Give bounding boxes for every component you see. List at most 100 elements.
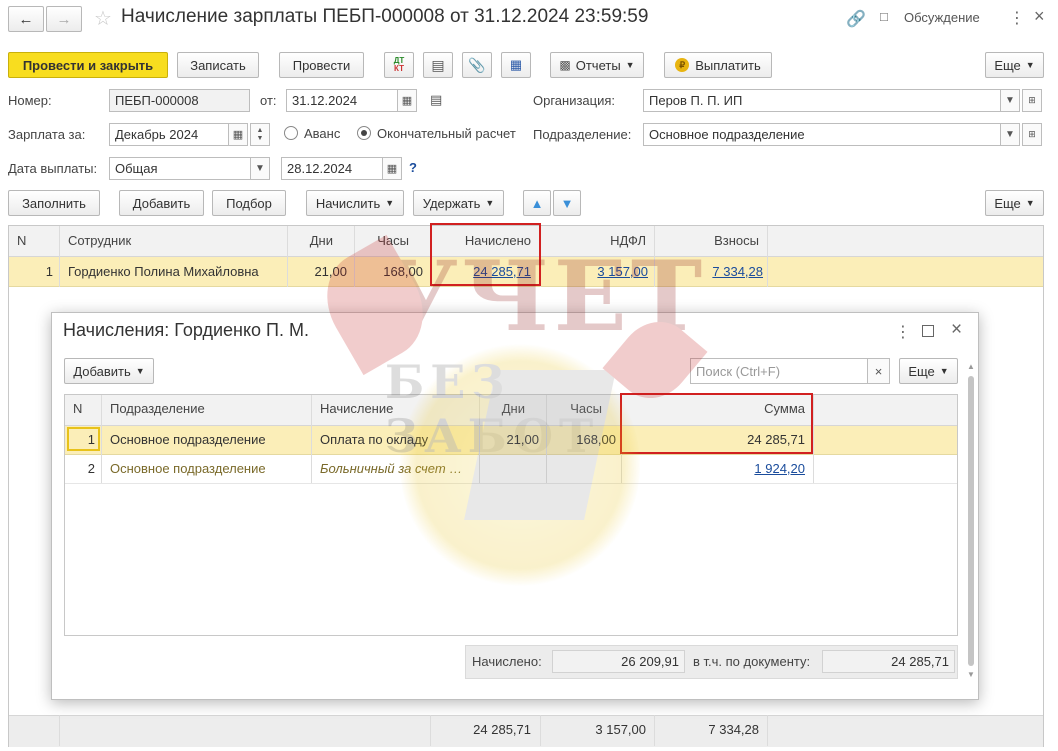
withhold-button[interactable]: Удержать ▼: [413, 190, 504, 216]
reports-button[interactable]: ▩ Отчеты ▼: [550, 52, 644, 78]
dialog-col-n[interactable]: N: [73, 401, 82, 416]
date-field[interactable]: 31.12.2024: [286, 89, 398, 112]
discussion-icon[interactable]: □: [880, 9, 888, 24]
row-contrib-link[interactable]: 7 334,28: [654, 264, 763, 279]
discussion-link[interactable]: Обсуждение: [904, 10, 980, 25]
edit-date-icon[interactable]: ▤: [430, 92, 442, 108]
move-up-button[interactable]: ▲: [523, 190, 551, 216]
pick-button[interactable]: Подбор: [212, 190, 286, 216]
dialog-row-sum-link[interactable]: 1 924,20: [621, 461, 805, 476]
radio-final-label[interactable]: Окончательный расчет: [377, 126, 516, 141]
col-header-days[interactable]: Дни: [287, 233, 333, 248]
arrow-up-icon: ▲: [530, 195, 544, 211]
attach-button[interactable]: 📎: [462, 52, 492, 78]
row-days[interactable]: 21,00: [287, 264, 347, 279]
radio-advance-label[interactable]: Аванс: [304, 126, 340, 141]
post-button[interactable]: Провести: [279, 52, 364, 78]
salary-for-field[interactable]: Декабрь 2024: [109, 123, 229, 146]
pay-type-field[interactable]: Общая: [109, 157, 251, 180]
row-n: 1: [45, 264, 53, 279]
dept-dropdown-button[interactable]: ▼: [1000, 123, 1020, 146]
pay-button[interactable]: ₽ Выплатить: [664, 52, 772, 78]
dialog-col-hours[interactable]: Часы: [546, 401, 602, 416]
add-button[interactable]: Добавить: [119, 190, 204, 216]
pay-date-label: Дата выплаты:: [8, 161, 98, 176]
dialog-row-days[interactable]: 21,00: [479, 432, 539, 447]
pay-date-calendar-button[interactable]: ▦: [382, 157, 402, 180]
row-employee[interactable]: Гордиенко Полина Михайловна: [68, 264, 259, 279]
dialog-search-clear-button[interactable]: ×: [867, 358, 890, 384]
chevron-down-icon: ▼: [1005, 95, 1015, 106]
col-header-ndfl[interactable]: НДФЛ: [540, 233, 646, 248]
favorite-star-icon[interactable]: ☆: [94, 6, 112, 31]
list-icon: ▤: [431, 56, 445, 73]
date-label: от:: [260, 93, 277, 108]
org-open-button[interactable]: ⊞: [1022, 89, 1042, 112]
post-and-close-button[interactable]: Провести и закрыть: [8, 52, 168, 78]
open-icon: ⊞: [1028, 129, 1036, 139]
dialog-row-hours[interactable]: 168,00: [546, 432, 616, 447]
row-ndfl-link[interactable]: 3 157,00: [540, 264, 648, 279]
move-down-button[interactable]: ▼: [553, 190, 581, 216]
back-button[interactable]: ←: [8, 6, 44, 32]
radio-advance[interactable]: [284, 126, 298, 140]
dialog-row-dept[interactable]: Основное подразделение: [110, 461, 266, 476]
open-icon: ⊞: [1028, 95, 1036, 105]
pay-type-dropdown-button[interactable]: ▼: [250, 157, 270, 180]
dialog-row-n: 2: [87, 461, 95, 476]
dialog-more-label: Еще: [908, 363, 935, 379]
dialog-row-dept[interactable]: Основное подразделение: [110, 432, 266, 447]
scroll-up-icon[interactable]: ▲: [967, 362, 975, 371]
radio-final[interactable]: [357, 126, 371, 140]
calendar-button[interactable]: ▦: [397, 89, 417, 112]
dept-open-button[interactable]: ⊞: [1022, 123, 1042, 146]
menu-kebab-icon[interactable]: ⋮: [1009, 8, 1025, 28]
org-dropdown-button[interactable]: ▼: [1000, 89, 1020, 112]
col-header-hours[interactable]: Часы: [354, 233, 409, 248]
dialog-search-input[interactable]: Поиск (Ctrl+F): [690, 358, 868, 384]
col-header-n[interactable]: N: [17, 233, 26, 248]
pay-date-field[interactable]: 28.12.2024: [281, 157, 383, 180]
col-header-employee[interactable]: Сотрудник: [68, 233, 131, 248]
dialog-add-label: Добавить: [73, 363, 131, 379]
dialog-close-icon[interactable]: ×: [951, 319, 962, 341]
structure-button[interactable]: ▦: [501, 52, 531, 78]
help-link[interactable]: ?: [409, 160, 417, 175]
month-spinner[interactable]: ▲ ▼: [250, 123, 270, 146]
close-icon[interactable]: ×: [1034, 6, 1045, 27]
scroll-thumb[interactable]: [968, 376, 974, 666]
dialog-col-days[interactable]: Дни: [479, 401, 525, 416]
dialog-col-accrual[interactable]: Начисление: [320, 401, 393, 416]
calendar-icon: ▦: [386, 163, 398, 175]
fill-button[interactable]: Заполнить: [8, 190, 100, 216]
dialog-search-placeholder: Поиск (Ctrl+F): [696, 364, 781, 379]
dialog-add-button[interactable]: Добавить ▼: [64, 358, 154, 384]
reports-icon: ▩: [559, 58, 571, 72]
forward-button[interactable]: →: [46, 6, 82, 32]
dialog-row-accrual[interactable]: Больничный за счет …: [320, 461, 462, 476]
dt-kt-button[interactable]: ДТ КТ: [384, 52, 414, 78]
number-field[interactable]: ПЕБП-000008: [109, 89, 250, 112]
dialog-scrollbar[interactable]: ▲ ▼: [966, 362, 976, 684]
list-button[interactable]: ▤: [423, 52, 453, 78]
col-header-contrib[interactable]: Взносы: [654, 233, 759, 248]
save-button[interactable]: Записать: [177, 52, 259, 78]
dialog-row-accrual[interactable]: Оплата по окладу: [320, 432, 428, 447]
accrue-button[interactable]: Начислить ▼: [306, 190, 404, 216]
dept-field[interactable]: Основное подразделение: [643, 123, 1001, 146]
dialog-menu-kebab-icon[interactable]: ⋮: [895, 322, 911, 342]
org-field[interactable]: Перов П. П. ИП: [643, 89, 1001, 112]
link-icon[interactable]: 🔗: [846, 9, 866, 29]
more-button[interactable]: Еще ▼: [985, 52, 1044, 78]
scroll-down-icon[interactable]: ▼: [967, 670, 975, 679]
dialog-col-dept[interactable]: Подразделение: [110, 401, 205, 416]
month-calendar-button[interactable]: ▦: [228, 123, 248, 146]
table-more-button[interactable]: Еще ▼: [985, 190, 1044, 216]
chevron-down-icon: ▼: [1025, 60, 1035, 70]
structure-icon: ▦: [509, 57, 523, 72]
calendar-icon: ▦: [232, 129, 244, 141]
row-hours[interactable]: 168,00: [354, 264, 423, 279]
dialog-maximize-icon[interactable]: [922, 325, 934, 337]
dialog-more-button[interactable]: Еще ▼: [899, 358, 958, 384]
total-ndfl: 3 157,00: [595, 722, 646, 737]
